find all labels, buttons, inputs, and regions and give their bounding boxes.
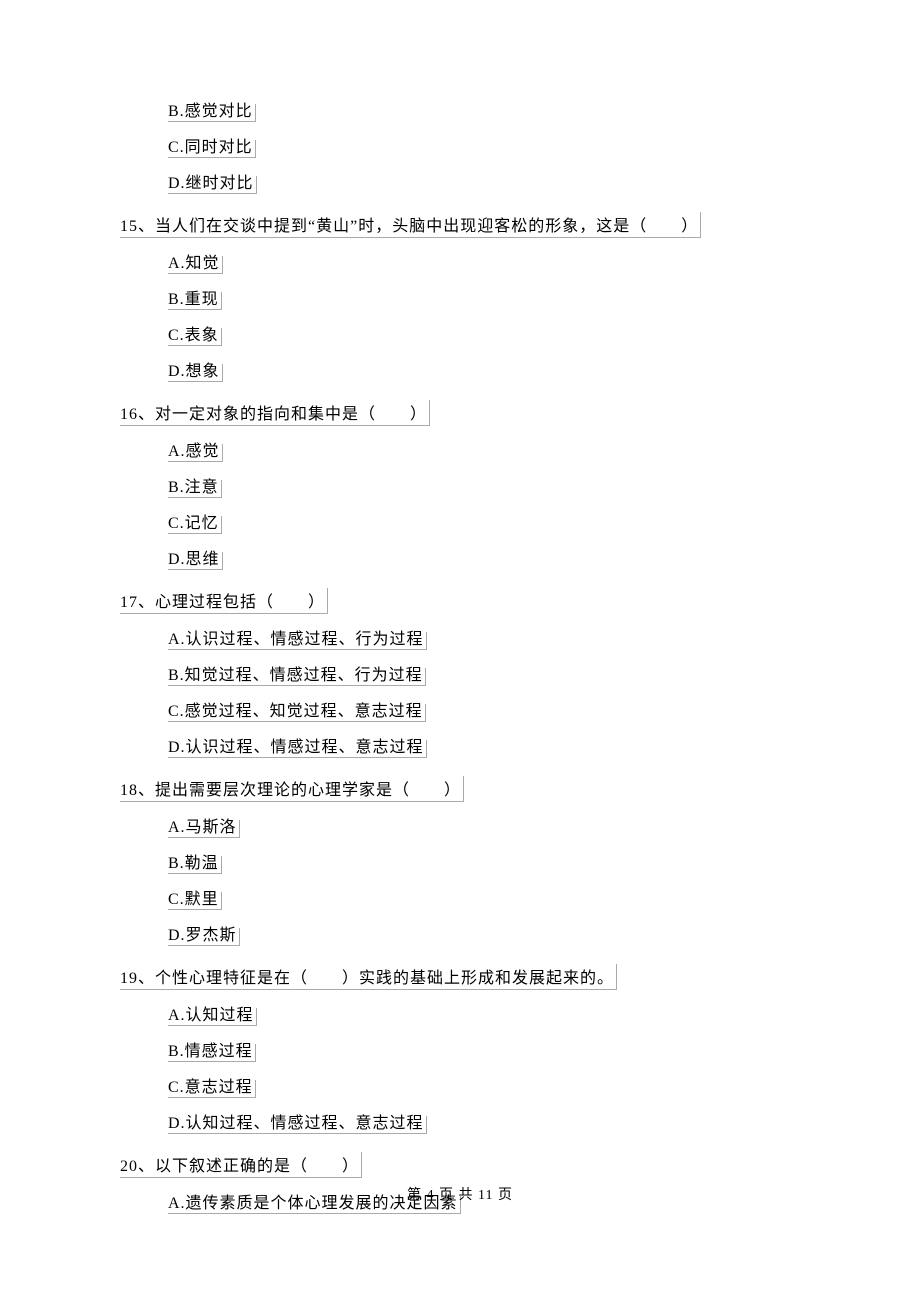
question-number: 15、 — [120, 218, 155, 235]
question-stem: 个性心理特征是在（ ）实践的基础上形成和发展起来的。 — [155, 970, 614, 987]
answer-option: C.感觉过程、知觉过程、意志过程 — [168, 704, 426, 722]
answer-option: B.知觉过程、情感过程、行为过程 — [168, 668, 426, 686]
answer-option: B.注意 — [168, 480, 222, 498]
question-17: 17、心理过程包括（ ） — [120, 588, 920, 614]
question-stem: 以下叙述正确的是（ ） — [155, 1158, 359, 1175]
answer-option: B.勒温 — [168, 856, 222, 874]
answer-option: C.意志过程 — [168, 1080, 256, 1098]
document-content: B.感觉对比 C.同时对比 D.继时对比 15、当人们在交谈中提到“黄山”时，头… — [0, 104, 920, 1232]
question-stem: 当人们在交谈中提到“黄山”时，头脑中出现迎客松的形象，这是（ ） — [155, 218, 698, 235]
question-number: 16、 — [120, 406, 155, 423]
answer-option: C.表象 — [168, 328, 222, 346]
question-stem: 心理过程包括（ ） — [155, 594, 325, 611]
answer-option: D.认知过程、情感过程、意志过程 — [168, 1116, 427, 1134]
answer-option: D.继时对比 — [168, 176, 257, 194]
answer-option: B.情感过程 — [168, 1044, 256, 1062]
answer-option: A.认知过程 — [168, 1008, 257, 1026]
question-number: 18、 — [120, 782, 155, 799]
page-footer: 第 4 页 共 11 页 — [0, 1184, 920, 1204]
answer-option: D.罗杰斯 — [168, 928, 240, 946]
answer-option: D.想象 — [168, 364, 223, 382]
answer-option: D.认识过程、情感过程、意志过程 — [168, 740, 427, 758]
question-stem: 对一定对象的指向和集中是（ ） — [155, 406, 427, 423]
answer-option: C.默里 — [168, 892, 222, 910]
question-15: 15、当人们在交谈中提到“黄山”时，头脑中出现迎客松的形象，这是（ ） — [120, 212, 920, 238]
answer-option: A.知觉 — [168, 256, 223, 274]
answer-option: C.记忆 — [168, 516, 222, 534]
answer-option: A.马斯洛 — [168, 820, 240, 838]
question-number: 17、 — [120, 594, 155, 611]
answer-option: A.认识过程、情感过程、行为过程 — [168, 632, 427, 650]
question-stem: 提出需要层次理论的心理学家是（ ） — [155, 782, 461, 799]
answer-option: A.感觉 — [168, 444, 223, 462]
question-20: 20、以下叙述正确的是（ ） — [120, 1152, 920, 1178]
answer-option: B.重现 — [168, 292, 222, 310]
question-16: 16、对一定对象的指向和集中是（ ） — [120, 400, 920, 426]
question-19: 19、个性心理特征是在（ ）实践的基础上形成和发展起来的。 — [120, 964, 920, 990]
question-18: 18、提出需要层次理论的心理学家是（ ） — [120, 776, 920, 802]
answer-option: D.思维 — [168, 552, 223, 570]
question-number: 20、 — [120, 1158, 155, 1175]
answer-option: B.感觉对比 — [168, 104, 256, 122]
answer-option: C.同时对比 — [168, 140, 256, 158]
question-number: 19、 — [120, 970, 155, 987]
